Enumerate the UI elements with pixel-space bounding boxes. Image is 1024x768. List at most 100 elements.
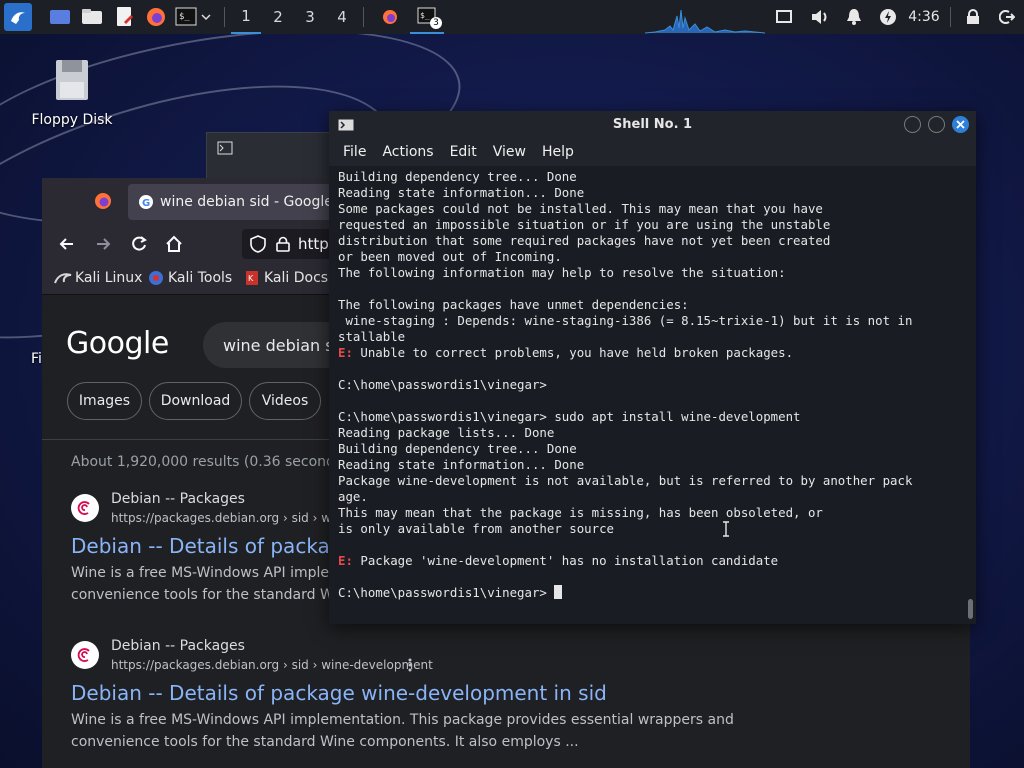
kali-tools-icon bbox=[149, 271, 163, 285]
terminal-line-text: or been moved out of Incoming. bbox=[338, 249, 562, 264]
bookmark-label: Kali Docs bbox=[264, 270, 329, 286]
result-url[interactable]: https://packages.debian.org › sid › wine bbox=[111, 511, 349, 525]
background-terminal-window[interactable] bbox=[206, 132, 348, 184]
debian-favicon bbox=[71, 494, 99, 522]
terminal-line-text: age. bbox=[338, 489, 368, 504]
tab-title: wine debian sid - Google bbox=[160, 194, 330, 210]
chip-download[interactable]: Download bbox=[149, 382, 242, 420]
top-panel: $_ 1 2 3 4 $_ 3 4:36 bbox=[0, 0, 1024, 34]
terminal-line: C:\home\passwordis1\vinegar> bbox=[338, 585, 964, 601]
logout-button[interactable] bbox=[996, 0, 1018, 34]
workspace-3[interactable]: 3 bbox=[295, 0, 325, 34]
bookmark-label: Kali Linux bbox=[75, 270, 143, 286]
menu-actions[interactable]: Actions bbox=[382, 144, 433, 160]
terminal-window: Shell No. 1 File Actions Edit View Help … bbox=[329, 111, 976, 624]
kali-menu-button[interactable] bbox=[4, 3, 32, 31]
terminal-output[interactable]: Building dependency tree... Done Reading … bbox=[338, 169, 964, 601]
more-options-icon[interactable] bbox=[407, 658, 413, 672]
forward-arrow-icon[interactable] bbox=[94, 235, 112, 253]
bookmark-kali-docs[interactable]: K Kali Docs bbox=[245, 270, 328, 286]
firefox-icon bbox=[147, 8, 165, 26]
svg-text:$_: $_ bbox=[179, 12, 190, 22]
url-text: http bbox=[298, 235, 329, 253]
terminal-line-text: The following information may help to re… bbox=[338, 265, 786, 280]
terminal-line-text: Reading state information... Done bbox=[338, 185, 585, 200]
result-url[interactable]: https://packages.debian.org › sid › wine… bbox=[111, 658, 433, 672]
notifications-button[interactable] bbox=[842, 0, 866, 34]
terminal-scrollbar[interactable] bbox=[968, 599, 973, 619]
terminal-line-text: Building dependency tree... Done bbox=[338, 169, 577, 184]
cpu-graph bbox=[645, 9, 765, 34]
floppy-disk-desktop-icon[interactable]: Floppy Disk bbox=[30, 58, 114, 128]
bookmark-kali-tools[interactable]: Kali Tools bbox=[148, 270, 232, 286]
volume-button[interactable] bbox=[808, 0, 832, 34]
debian-favicon bbox=[71, 641, 99, 669]
menu-file[interactable]: File bbox=[343, 144, 366, 160]
terminal-launcher[interactable]: $_ bbox=[174, 3, 214, 31]
firefox-launcher[interactable] bbox=[142, 3, 170, 31]
terminal-line: C:\home\passwordis1\vinegar> sudo apt in… bbox=[338, 409, 964, 425]
terminal-line-text: C:\home\passwordis1\vinegar> bbox=[338, 585, 555, 600]
file-manager-button[interactable] bbox=[78, 3, 106, 31]
close-icon bbox=[956, 120, 965, 129]
terminal-line: age. bbox=[338, 489, 964, 505]
google-logo[interactable]: Google bbox=[66, 326, 169, 361]
panel-separator bbox=[224, 7, 225, 27]
terminal-line: Building dependency tree... Done bbox=[338, 169, 964, 185]
screen-icon-button[interactable] bbox=[772, 0, 796, 34]
lock-screen-button[interactable] bbox=[962, 0, 984, 34]
back-arrow-icon[interactable] bbox=[58, 235, 76, 253]
terminal-window-button[interactable]: $_ 3 bbox=[410, 0, 444, 34]
menu-help[interactable]: Help bbox=[542, 144, 574, 160]
result-site-name: Debian -- Packages bbox=[111, 491, 245, 507]
close-button[interactable] bbox=[952, 116, 969, 133]
reload-icon[interactable] bbox=[130, 235, 148, 253]
terminal-menubar: File Actions Edit View Help bbox=[329, 138, 976, 166]
terminal-line-text: This may mean that the package is missin… bbox=[338, 505, 823, 520]
minimize-button[interactable] bbox=[904, 116, 921, 133]
tab-google-search[interactable]: G wine debian sid - Google bbox=[128, 184, 338, 220]
kali-dragon-icon bbox=[54, 273, 72, 284]
bell-icon bbox=[847, 9, 861, 25]
results-stats: About 1,920,000 results (0.36 seconds) bbox=[71, 454, 348, 470]
firefox-icon[interactable] bbox=[94, 192, 112, 210]
terminal-cursor bbox=[554, 585, 563, 599]
workspace-2[interactable]: 2 bbox=[263, 0, 293, 34]
svg-text:K: K bbox=[248, 274, 254, 283]
result-title-link[interactable]: Debian -- Details of package bbox=[71, 534, 355, 558]
text-editor-button[interactable] bbox=[110, 3, 138, 31]
terminal-line: distribution that some required packages… bbox=[338, 233, 964, 249]
firefox-window-button[interactable] bbox=[376, 3, 404, 31]
power-manager-button[interactable] bbox=[876, 0, 900, 34]
lock-icon[interactable] bbox=[276, 236, 290, 252]
terminal-titlebar[interactable]: Shell No. 1 bbox=[329, 111, 976, 138]
terminal-line: C:\home\passwordis1\vinegar> bbox=[338, 377, 964, 393]
bookmark-kali-linux[interactable]: Kali Linux bbox=[54, 270, 142, 286]
error-prefix: E: bbox=[338, 553, 353, 568]
terminal-line-text: C:\home\passwordis1\vinegar> sudo apt in… bbox=[338, 409, 801, 424]
terminal-line: E: Package 'wine-development' has no ins… bbox=[338, 553, 964, 569]
workspace-1[interactable]: 1 bbox=[231, 0, 261, 34]
terminal-line: Reading state information... Done bbox=[338, 185, 964, 201]
panel-separator bbox=[950, 7, 951, 27]
maximize-button[interactable] bbox=[928, 116, 945, 133]
terminal-line-text: distribution that some required packages… bbox=[338, 233, 831, 248]
power-manager-icon bbox=[880, 9, 896, 25]
show-desktop-button[interactable] bbox=[46, 3, 74, 31]
chip-images[interactable]: Images bbox=[67, 382, 142, 420]
shield-icon[interactable] bbox=[250, 235, 266, 253]
terminal-line: Some packages could not be installed. Th… bbox=[338, 201, 964, 217]
menu-edit[interactable]: Edit bbox=[450, 144, 477, 160]
chip-videos[interactable]: Videos bbox=[249, 382, 321, 420]
menu-view[interactable]: View bbox=[493, 144, 526, 160]
text-editor-icon bbox=[117, 7, 133, 26]
workspace-4[interactable]: 4 bbox=[327, 0, 357, 34]
terminal-line: stallable bbox=[338, 329, 964, 345]
kali-docs-icon: K bbox=[246, 271, 258, 285]
home-icon[interactable] bbox=[165, 235, 183, 253]
result-title-link[interactable]: Debian -- Details of package wine-develo… bbox=[71, 681, 607, 705]
clock[interactable]: 4:36 bbox=[904, 0, 944, 34]
